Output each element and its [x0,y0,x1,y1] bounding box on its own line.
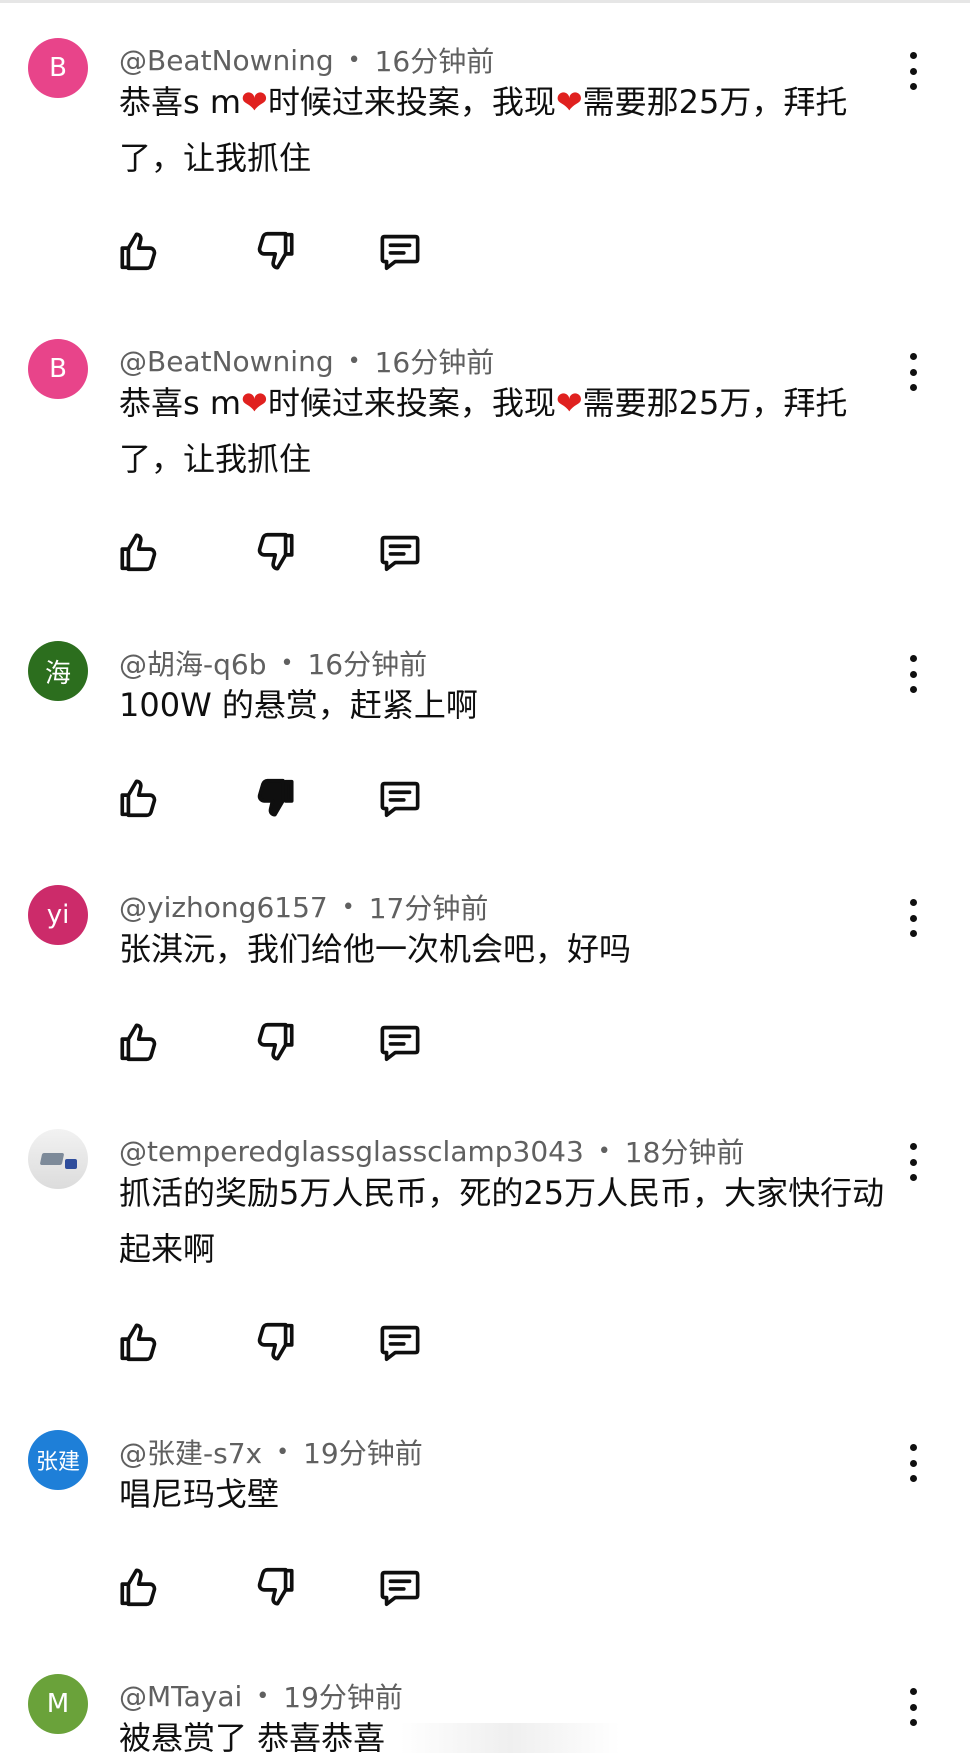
comment-author[interactable]: @BeatNowning [119,44,334,77]
comment-text: 100W 的悬赏，赶紧上啊 [119,686,478,724]
thumb-up-icon [120,533,157,572]
comment-text: 唱尼玛戈壁 [119,1475,280,1513]
thumb-down-icon [257,532,294,571]
avatar[interactable]: B [28,339,88,399]
comment-actions [115,228,435,278]
thumb-down-icon [257,1022,294,1061]
meta-separator: • [341,894,355,920]
dislike-button[interactable] [253,1564,299,1610]
more-options-icon[interactable] [898,46,928,96]
like-button[interactable] [115,1564,161,1610]
comment-icon [380,234,420,271]
heart-emoji: ❤ [555,384,583,422]
heart-emoji: ❤ [241,384,268,422]
more-options-icon[interactable] [898,1137,928,1187]
avatar[interactable]: 海 [28,641,88,701]
meta-separator: • [276,1439,290,1465]
avatar[interactable]: yi [28,885,88,945]
comment-meta: @MTayai • 19分钟前 [119,1678,403,1715]
thumb-up-icon [120,1323,157,1362]
like-button[interactable] [115,529,161,575]
comment-icon [380,1025,420,1062]
dislike-button[interactable] [253,1019,299,1065]
comment-text: 恭喜s m❤时候过来投案，我现❤需要那25万，拜托了，让我抓住 [119,83,848,177]
comment-text: 恭喜s m❤时候过来投案，我现❤需要那25万，拜托了，让我抓住 [119,384,848,478]
thumb-down-filled-icon [257,778,294,817]
more-options-icon[interactable] [898,1438,928,1488]
comment-actions [115,1019,435,1069]
reply-button[interactable] [377,1564,423,1610]
comment-author[interactable]: @MTayai [119,1680,242,1713]
meta-separator: • [280,650,294,676]
comment-text: 抓活的奖励5万人民币，死的25万人民币，大家快行动起来啊 [119,1174,885,1268]
comment-actions [115,1564,435,1614]
like-button[interactable] [115,228,161,274]
like-button[interactable] [115,1019,161,1065]
comment-meta: @BeatNowning • 16分钟前 [119,343,494,380]
heart-emoji: ❤ [241,83,268,121]
comment-icon [380,1325,420,1362]
like-button[interactable] [115,775,161,821]
meta-separator: • [597,1138,611,1164]
thumb-down-icon [257,231,294,270]
reply-button[interactable] [377,1319,423,1365]
comment-text: 张淇沅，我们给他一次机会吧，好吗 [119,930,632,968]
comment-icon [380,1570,420,1607]
comment-meta: @yizhong6157 • 17分钟前 [119,889,488,926]
meta-separator: • [256,1683,270,1709]
avatar[interactable]: M [28,1674,88,1734]
top-divider [0,0,970,3]
comment-icon [380,781,420,818]
comment-meta: @张建-s7x • 19分钟前 [119,1434,423,1470]
more-options-icon[interactable] [898,649,928,699]
comment-meta: @BeatNowning • 16分钟前 [119,42,494,79]
thumb-down-icon [257,1567,294,1606]
thumb-up-icon [120,232,157,271]
heart-emoji: ❤ [555,83,583,121]
thumb-up-icon [120,1023,157,1062]
reply-button[interactable] [377,228,423,274]
product-photo-shape [65,1159,77,1169]
dislike-button[interactable] [253,228,299,274]
dislike-button[interactable] [253,1319,299,1365]
more-options-icon[interactable] [898,347,928,397]
meta-separator: • [347,47,361,73]
avatar[interactable]: B [28,38,88,98]
avatar[interactable]: 张建 [28,1430,88,1490]
thumb-up-icon [120,779,157,818]
reply-button[interactable] [377,775,423,821]
comment-actions [115,529,435,579]
comment-author[interactable]: @yizhong6157 [119,891,328,924]
product-photo-shape [39,1153,65,1165]
reply-button[interactable] [377,1019,423,1065]
dislike-button-active[interactable] [253,775,299,821]
comment-icon [380,535,420,572]
more-options-icon[interactable] [898,1682,928,1732]
watermark-fade [400,1723,620,1753]
comment-meta: @temperedglassglassclamp3043 • 18分钟前 [119,1133,744,1170]
reply-button[interactable] [377,529,423,575]
meta-separator: • [347,348,361,374]
comment-actions [115,1319,435,1369]
comment-author[interactable]: @BeatNowning [119,345,334,378]
avatar[interactable] [28,1129,88,1189]
comment-actions [115,775,435,825]
dislike-button[interactable] [253,529,299,575]
more-options-icon[interactable] [898,893,928,943]
comment-author[interactable]: @temperedglassglassclamp3043 [119,1135,584,1168]
thumb-down-icon [257,1322,294,1361]
thumb-up-icon [120,1568,157,1607]
like-button[interactable] [115,1319,161,1365]
comment-meta: @胡海-q6b • 16分钟前 [119,645,427,681]
